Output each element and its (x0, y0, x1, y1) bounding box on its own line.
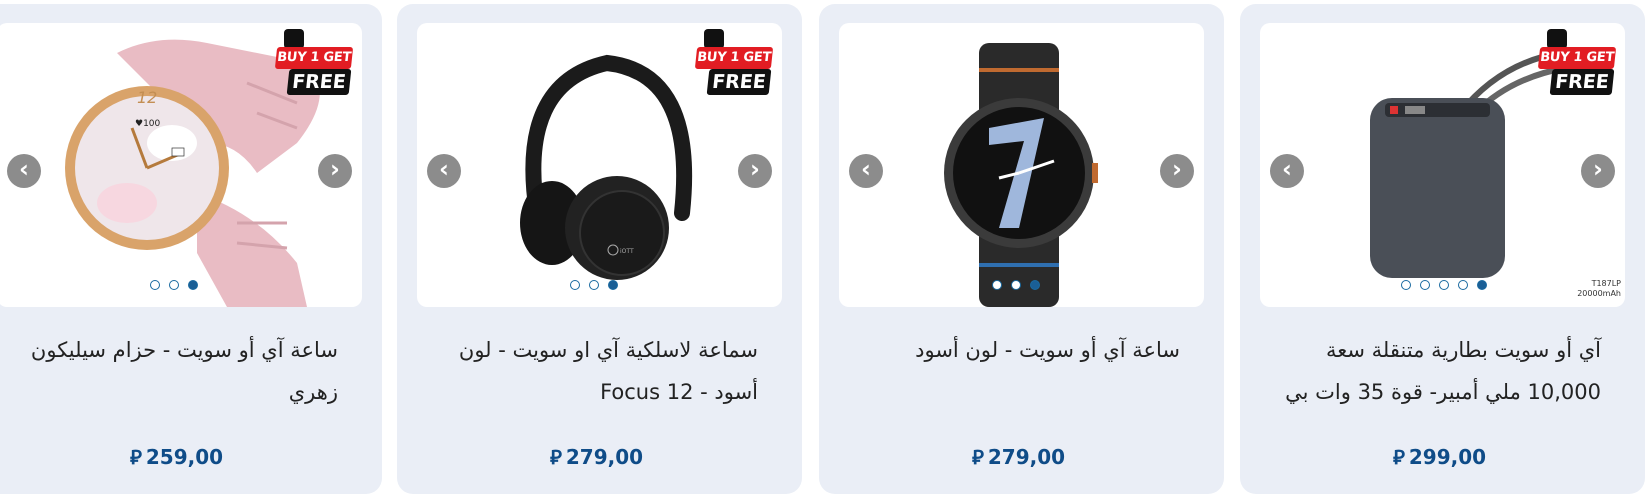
next-image-button[interactable]: › (1160, 154, 1194, 188)
price-value: 259,00 (145, 445, 224, 469)
sku-label: T187LP 20000mAh (1577, 279, 1621, 299)
prev-image-button[interactable]: ‹ (427, 154, 461, 188)
price-value: 299,00 (1408, 445, 1487, 469)
image-dot[interactable] (589, 280, 599, 290)
image-dot[interactable] (570, 280, 580, 290)
chevron-right-icon: › (1593, 155, 1603, 183)
riyal-icon: ⃁ (1393, 445, 1405, 469)
product-title[interactable]: سماعة لاسلكية آي او سويت - لون أسود - Fo… (428, 329, 758, 413)
sku-model: T187LP (1591, 279, 1621, 288)
prev-image-button[interactable]: ‹ (1270, 154, 1304, 188)
chevron-right-icon: › (750, 155, 760, 183)
promo-top-text: BUY 1 GET 1 (694, 47, 774, 87)
image-dot-active[interactable] (1477, 280, 1487, 290)
next-image-button[interactable]: › (318, 154, 352, 188)
next-image-button[interactable]: › (738, 154, 772, 188)
buy-one-get-one-badge: BUY 1 GET 1 FREE (692, 29, 774, 99)
product-title[interactable]: ساعة آي أو سويت - لون أسود (850, 329, 1180, 371)
image-dots (570, 280, 618, 290)
price-value: 279,00 (987, 445, 1066, 469)
image-dot[interactable] (1011, 280, 1021, 290)
riyal-icon: ⃁ (550, 445, 562, 469)
image-dot[interactable] (1420, 280, 1430, 290)
prev-image-button[interactable]: ‹ (849, 154, 883, 188)
promo-bottom-text: FREE (286, 69, 352, 95)
product-card[interactable]: BUY 1 GET 1 FREE ‹ › T187LP 20000mAh آي … (1240, 4, 1645, 494)
svg-text:♥100: ♥100 (135, 119, 161, 129)
product-title[interactable]: ساعة آي أو سويت - حزام سيليكون زهري (8, 329, 338, 413)
product-card[interactable]: 12 ♥100 BUY 1 GET 1 FREE ‹ › ساعة آي أو … (0, 4, 382, 494)
buy-one-get-one-badge: BUY 1 GET 1 FREE (1535, 29, 1617, 99)
product-image-box[interactable]: ‹ › (839, 23, 1204, 307)
image-dot-active[interactable] (608, 280, 618, 290)
image-dot[interactable] (150, 280, 160, 290)
image-dot-active[interactable] (1030, 280, 1040, 290)
black-smartwatch-image (944, 43, 1098, 307)
promo-bottom-text: FREE (706, 69, 772, 95)
buy-one-get-one-badge: BUY 1 GET 1 FREE (272, 29, 354, 99)
megaphone-icon (704, 29, 724, 49)
image-dot[interactable] (1439, 280, 1449, 290)
product-price: ⃁ 279,00 (550, 444, 643, 470)
chevron-right-icon: › (330, 155, 340, 183)
product-carousel-rail: 12 ♥100 BUY 1 GET 1 FREE ‹ › ساعة آي أو … (0, 0, 1645, 494)
sku-capacity: 20000mAh (1577, 289, 1621, 298)
svg-text:12: 12 (137, 88, 157, 107)
chevron-left-icon: ‹ (861, 155, 871, 183)
image-dots (992, 280, 1040, 290)
product-title[interactable]: آي أو سويت بطارية متنقلة سعة 10,000 ملي … (1271, 329, 1601, 413)
promo-bottom-text: FREE (1549, 69, 1615, 95)
chevron-left-icon: ‹ (1282, 155, 1292, 183)
image-dot-active[interactable] (188, 280, 198, 290)
product-price: ⃁ 299,00 (1393, 444, 1486, 470)
product-price: ⃁ 259,00 (130, 444, 223, 470)
image-dots (150, 280, 198, 290)
price-value: 279,00 (565, 445, 644, 469)
riyal-icon: ⃁ (130, 445, 142, 469)
image-dot[interactable] (992, 280, 1002, 290)
image-dot[interactable] (169, 280, 179, 290)
product-image-box[interactable]: BUY 1 GET 1 FREE ‹ › T187LP 20000mAh (1260, 23, 1625, 307)
megaphone-icon (1547, 29, 1567, 49)
product-price: ⃁ 279,00 (972, 444, 1065, 470)
image-dots (1401, 280, 1487, 290)
product-image-box[interactable]: iOTT BUY 1 GET 1 FREE ‹ › (417, 23, 782, 307)
promo-top-text: BUY 1 GET 1 (1537, 47, 1617, 87)
image-dot[interactable] (1458, 280, 1468, 290)
next-image-button[interactable]: › (1581, 154, 1615, 188)
riyal-icon: ⃁ (972, 445, 984, 469)
product-card[interactable]: iOTT BUY 1 GET 1 FREE ‹ › سماعة لاسلكية … (397, 4, 802, 494)
chevron-left-icon: ‹ (439, 155, 449, 183)
product-card[interactable]: ‹ › ساعة آي أو سويت - لون أسود ⃁ 279,00 (819, 4, 1224, 494)
prev-image-button[interactable]: ‹ (7, 154, 41, 188)
svg-text:iOTT: iOTT (620, 248, 634, 255)
image-dot[interactable] (1401, 280, 1411, 290)
chevron-right-icon: › (1172, 155, 1182, 183)
promo-top-text: BUY 1 GET 1 (274, 47, 354, 87)
product-image-box[interactable]: 12 ♥100 BUY 1 GET 1 FREE ‹ › (0, 23, 362, 307)
chevron-left-icon: ‹ (19, 155, 29, 183)
megaphone-icon (284, 29, 304, 49)
